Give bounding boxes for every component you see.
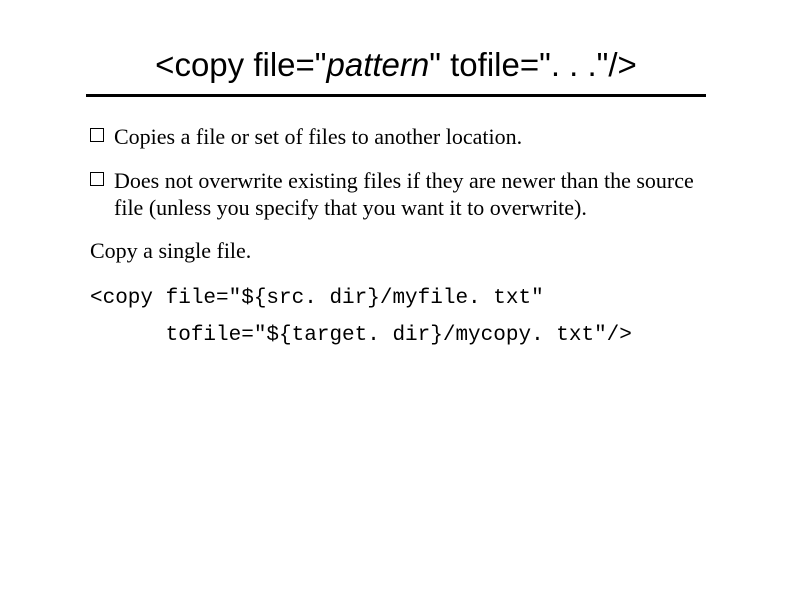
list-item: Copies a file or set of files to another… (90, 123, 706, 151)
slide-title: <copy file="pattern" tofile=". . ."/> (86, 46, 706, 84)
bullet-list: Copies a file or set of files to another… (90, 123, 706, 222)
code-line: <copy file="${src. dir}/myfile. txt" (90, 287, 544, 310)
paragraph: Copy a single file. (90, 238, 706, 264)
list-item: Does not overwrite existing files if the… (90, 167, 706, 222)
bullet-text: Copies a file or set of files to another… (114, 123, 522, 151)
code-block: <copy file="${src. dir}/myfile. txt" tof… (90, 280, 706, 356)
title-suffix: " tofile=". . ."/> (429, 46, 637, 83)
title-italic: pattern (327, 46, 430, 83)
square-bullet-icon (90, 128, 104, 142)
title-prefix: <copy file=" (155, 46, 326, 83)
square-bullet-icon (90, 172, 104, 186)
bullet-text: Does not overwrite existing files if the… (114, 167, 706, 222)
title-wrap: <copy file="pattern" tofile=". . ."/> (86, 46, 706, 97)
code-line: tofile="${target. dir}/mycopy. txt"/> (90, 324, 632, 347)
slide: <copy file="pattern" tofile=". . ."/> Co… (0, 0, 792, 612)
